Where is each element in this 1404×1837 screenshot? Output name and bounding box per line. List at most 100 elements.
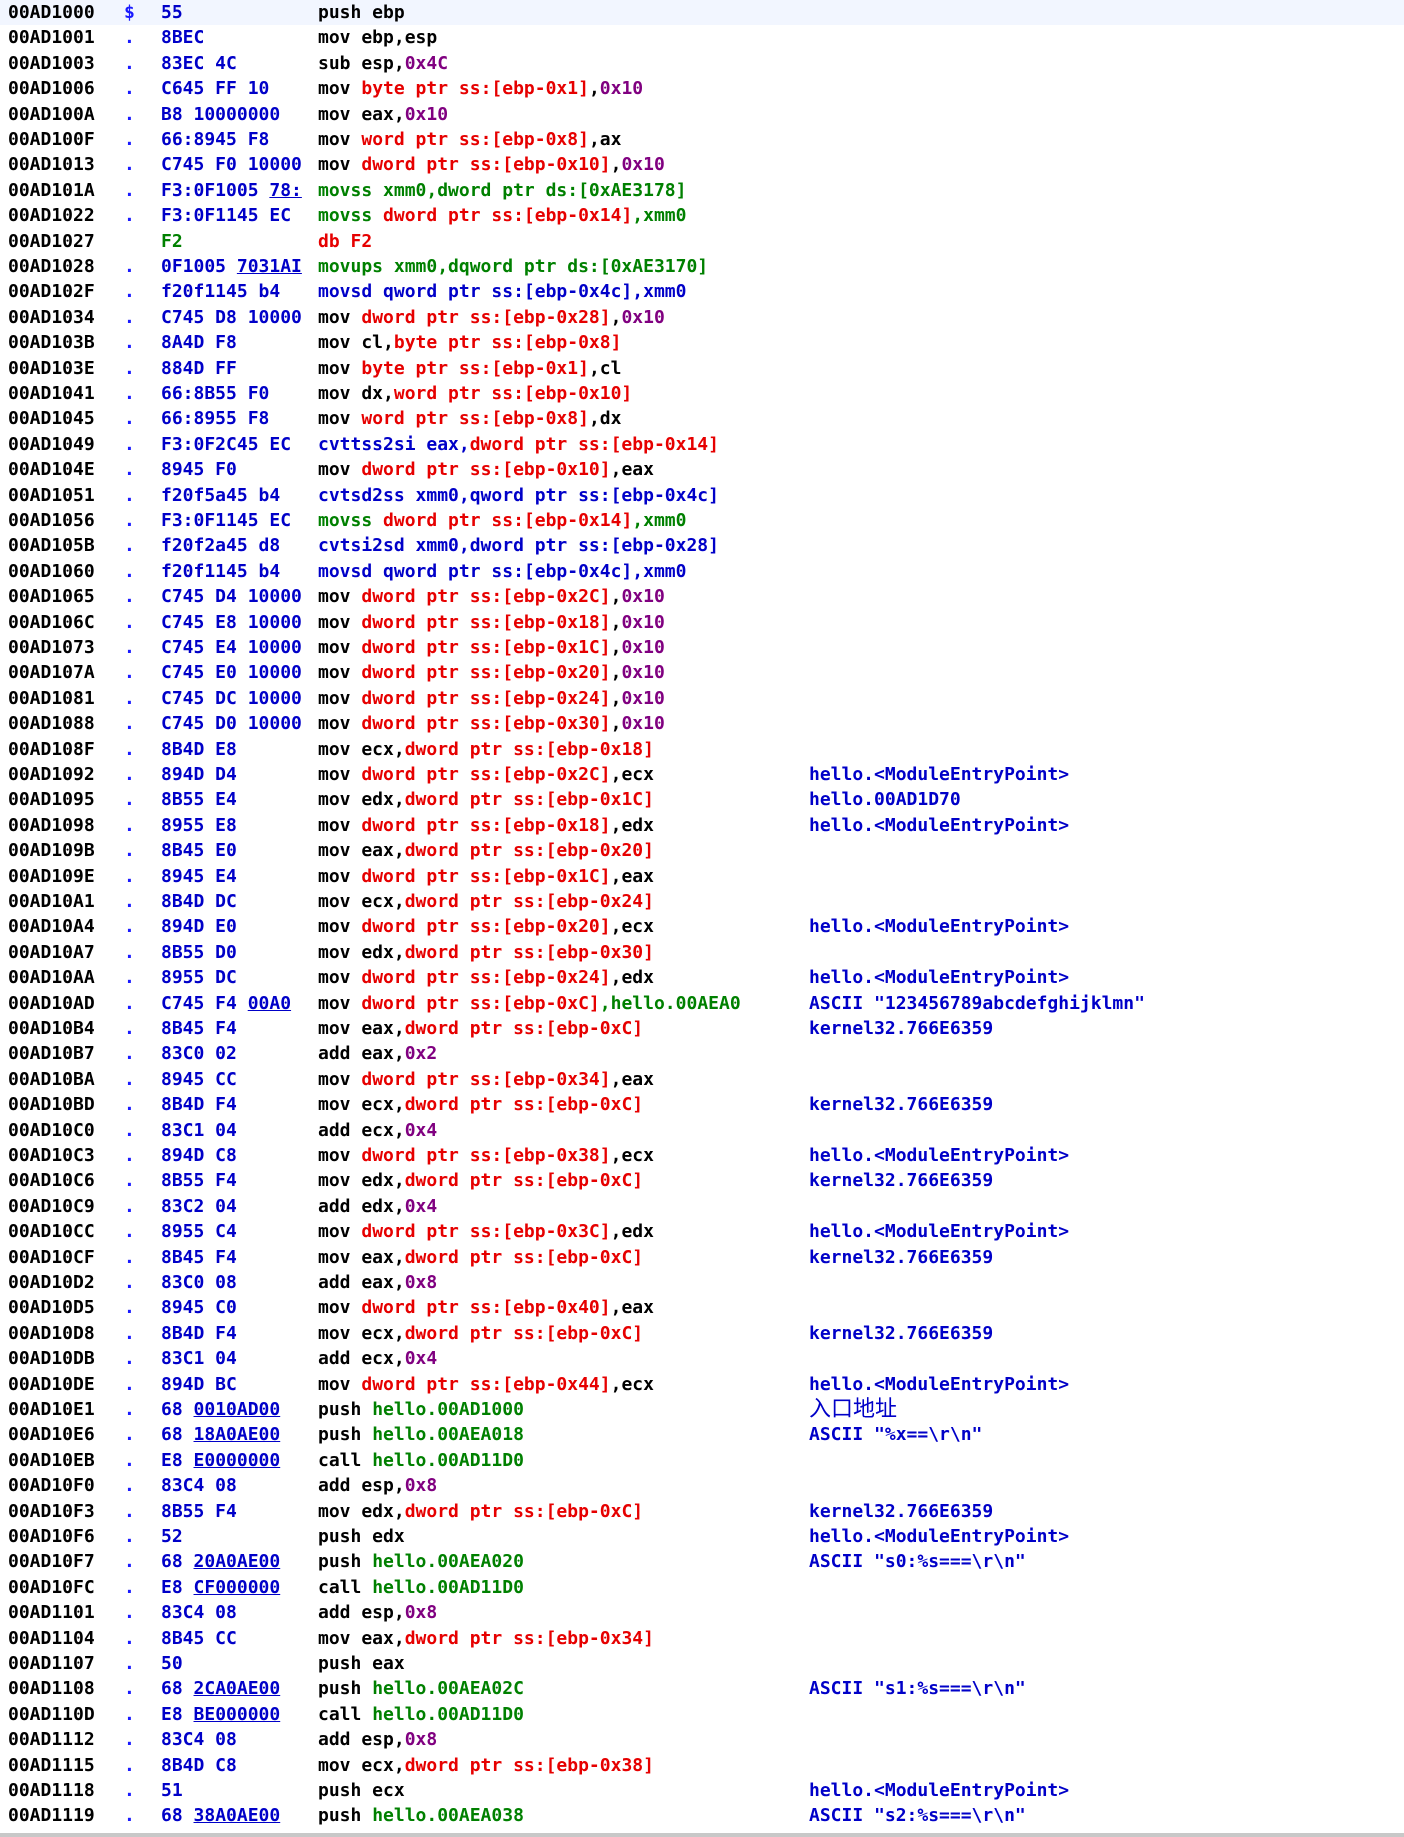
row-address: 00AD100F xyxy=(8,129,95,150)
disasm-row[interactable]: 00AD100A. B8 10000000 mov eax,0x10 xyxy=(0,102,1404,127)
disasm-row[interactable]: 00AD1095. 8B55 E4 mov edx,dword ptr ss:[eb… xyxy=(0,787,1404,812)
instruction-token: hello.00AD1000 xyxy=(372,1399,524,1420)
disasm-row[interactable]: 00AD1006. C645 FF 10 mov byte ptr ss:[ebp-… xyxy=(0,76,1404,101)
disasm-row[interactable]: 00AD10DE. 894D BC mov dword ptr ss:[ebp-0x… xyxy=(0,1372,1404,1397)
disasm-row[interactable]: 00AD1107. 50 push eax xyxy=(0,1651,1404,1676)
disasm-row[interactable]: 00AD1028. 0F1005 7031AI movups xmm0,dqword… xyxy=(0,254,1404,279)
disasm-row[interactable]: 00AD1041. 66:8B55 F0 mov dx,word ptr ss:[e… xyxy=(0,381,1404,406)
disasm-row[interactable]: 00AD1101. 83C4 08 add esp,0x8 xyxy=(0,1600,1404,1625)
disasm-row[interactable]: 00AD1034. C745 D8 10000 mov dword ptr ss:[… xyxy=(0,305,1404,330)
disasm-row[interactable]: 00AD10D5. 8945 C0 mov dword ptr ss:[ebp-0x… xyxy=(0,1295,1404,1320)
disasm-row[interactable]: 00AD10DB. 83C1 04 add ecx,0x4 xyxy=(0,1346,1404,1371)
disasm-row[interactable]: 00AD10C9. 83C2 04 add edx,0x4 xyxy=(0,1194,1404,1219)
disasm-row[interactable]: 00AD10F0. 83C4 08 add esp,0x8 xyxy=(0,1473,1404,1498)
disasm-row[interactable]: 00AD10FC. E8 CF000000 call hello.00AD11D0 xyxy=(0,1575,1404,1600)
disasm-row[interactable]: 00AD10C3. 894D C8 mov dword ptr ss:[ebp-0x… xyxy=(0,1143,1404,1168)
disasm-row[interactable]: 00AD1013. C745 F0 10000 mov dword ptr ss:[… xyxy=(0,152,1404,177)
row-instruction: movups xmm0,dqword ptr ds:[0xAE3170] xyxy=(318,254,806,279)
disasm-row[interactable]: 00AD10A7. 8B55 D0 mov edx,dword ptr ss:[eb… xyxy=(0,940,1404,965)
disasm-row[interactable]: 00AD1056. F3:0F1145 EC movss dword ptr ss:… xyxy=(0,508,1404,533)
disasm-row[interactable]: 00AD10BA. 8945 CC mov dword ptr ss:[ebp-0x… xyxy=(0,1067,1404,1092)
disasm-row[interactable]: 00AD10D8. 8B4D F4 mov ecx,dword ptr ss:[eb… xyxy=(0,1321,1404,1346)
disasm-row[interactable]: 00AD1049. F3:0F2C45 EC cvttss2si eax,dword… xyxy=(0,432,1404,457)
instruction-token: call xyxy=(318,1576,373,1598)
disasm-row[interactable]: 00AD10F7. 68 20A0AE00 push hello.00AEA020 A… xyxy=(0,1549,1404,1574)
disasm-row[interactable]: 00AD1001. 8BEC mov ebp,esp xyxy=(0,25,1404,50)
disasm-row[interactable]: 00AD1051. f20f5a45 b4 cvtsd2ss xmm0,qword … xyxy=(0,483,1404,508)
disasm-row[interactable]: 00AD1092. 894D D4 mov dword ptr ss:[ebp-0x… xyxy=(0,762,1404,787)
instruction-token: ,edx xyxy=(610,1221,654,1243)
disasm-row[interactable]: 00AD10C6. 8B55 F4 mov edx,dword ptr ss:[eb… xyxy=(0,1168,1404,1193)
row-hex-bytes: C745 F0 10000 xyxy=(161,152,311,177)
disasm-row[interactable]: 00AD109B. 8B45 E0 mov eax,dword ptr ss:[eb… xyxy=(0,838,1404,863)
disasm-row[interactable]: 00AD1119. 68 38A0AE00 push hello.00AEA038 A… xyxy=(0,1803,1404,1828)
disasm-row[interactable]: 00AD10B7. 83C0 02 add eax,0x2 xyxy=(0,1041,1404,1066)
disasm-row[interactable]: 00AD1000 $55 push ebp xyxy=(0,0,1404,26)
hex-segment: 66:8B55 F0 xyxy=(161,383,270,404)
disasm-row[interactable]: 00AD10B4. 8B45 F4 mov eax,dword ptr ss:[eb… xyxy=(0,1016,1404,1041)
disasm-row[interactable]: 00AD106C. C745 E8 10000 mov dword ptr ss:[… xyxy=(0,610,1404,635)
disasm-row[interactable]: 00AD1045. 66:8955 F8 mov word ptr ss:[ebp-… xyxy=(0,406,1404,431)
disasm-row[interactable]: 00AD1118. 51 push ecx hello.<ModuleEntryPoi… xyxy=(0,1778,1404,1803)
disasm-row[interactable]: 00AD10C0. 83C1 04 add ecx,0x4 xyxy=(0,1118,1404,1143)
disasm-row[interactable]: 00AD10E6. 68 18A0AE00 push hello.00AEA018 A… xyxy=(0,1422,1404,1447)
disasm-row[interactable]: 00AD1108. 68 2CA0AE00 push hello.00AEA02C A… xyxy=(0,1676,1404,1701)
disasm-row[interactable]: 00AD104E. 8945 F0 mov dword ptr ss:[ebp-0x… xyxy=(0,457,1404,482)
disasm-row[interactable]: 00AD10D2. 83C0 08 add eax,0x8 xyxy=(0,1270,1404,1295)
row-comment: kernel32.766E6359 xyxy=(809,1018,994,1039)
row-address: 00AD106C xyxy=(8,611,95,633)
disasm-row[interactable]: 00AD1003. 83EC 4C sub esp,0x4C xyxy=(0,51,1404,76)
disassembly-pane[interactable]: 00AD1000 $55 push ebp 00AD1001. 8BEC mov ebp,… xyxy=(0,0,1404,1837)
row-address: 00AD105B xyxy=(8,535,95,557)
row-comment: kernel32.766E6359 xyxy=(809,1322,994,1344)
instruction-token: push xyxy=(318,1424,373,1446)
disasm-row[interactable]: 00AD109E. 8945 E4 mov dword ptr ss:[ebp-0x… xyxy=(0,864,1404,889)
hex-segment: C745 E8 10000 xyxy=(161,611,302,633)
disasm-row[interactable]: 00AD1060. f20f1145 b4 movsd qword ptr ss:[… xyxy=(0,559,1404,584)
disasm-row[interactable]: 00AD10BD. 8B4D F4 mov ecx,dword ptr ss:[eb… xyxy=(0,1092,1404,1117)
disasm-row[interactable]: 00AD105B. f20f2a45 d8 cvtsi2sd xmm0,dword … xyxy=(0,533,1404,558)
row-instruction: mov dword ptr ss:[ebp-0x24],edx xyxy=(318,965,806,990)
disasm-row[interactable]: 00AD107A. C745 E0 10000 mov dword ptr ss:[… xyxy=(0,660,1404,685)
row-marker: . xyxy=(124,1678,135,1700)
disasm-row[interactable]: 00AD10AA. 8955 DC mov dword ptr ss:[ebp-0x… xyxy=(0,965,1404,990)
disasm-row[interactable]: 00AD1065. C745 D4 10000 mov dword ptr ss:[… xyxy=(0,584,1404,609)
row-hex-bytes: 8B45 F4 xyxy=(161,1245,311,1270)
horizontal-scrollbar[interactable] xyxy=(0,1833,1404,1837)
disasm-row[interactable]: 00AD10AD. C745 F4 00A0 mov dword ptr ss:[e… xyxy=(0,991,1404,1016)
disasm-row[interactable]: 00AD1027 F2 db F2 xyxy=(0,229,1404,254)
disasm-row[interactable]: 00AD101A. F3:0F1005 78: movss xmm0,dword p… xyxy=(0,178,1404,203)
instruction-token: dword ptr ss:[ebp-0xC] xyxy=(404,1094,644,1116)
disasm-row[interactable]: 00AD10A4. 894D E0 mov dword ptr ss:[ebp-0x… xyxy=(0,914,1404,939)
disasm-row[interactable]: 00AD103E. 884D FF mov byte ptr ss:[ebp-0x1… xyxy=(0,356,1404,381)
disasm-row[interactable]: 00AD1098. 8955 E8 mov dword ptr ss:[ebp-0x… xyxy=(0,813,1404,838)
disasm-row[interactable]: 00AD10CF. 8B45 F4 mov eax,dword ptr ss:[eb… xyxy=(0,1245,1404,1270)
disasm-row[interactable]: 00AD100F. 66:8945 F8 mov word ptr ss:[ebp-… xyxy=(0,127,1404,152)
instruction-token: hello.00AEA020 xyxy=(372,1551,524,1573)
disasm-row[interactable]: 00AD1081. C745 DC 10000 mov dword ptr ss:[… xyxy=(0,686,1404,711)
disasm-row[interactable]: 00AD1112. 83C4 08 add esp,0x8 xyxy=(0,1727,1404,1752)
instruction-token: dword ptr ss:[ebp-0x1C] xyxy=(361,865,611,887)
disasm-row[interactable]: 00AD10A1. 8B4D DC mov ecx,dword ptr ss:[eb… xyxy=(0,889,1404,914)
hex-segment: 8B55 F4 xyxy=(161,1500,237,1522)
row-marker: . xyxy=(124,967,135,989)
hex-segment: 8945 F0 xyxy=(161,459,237,481)
row-comment: hello.<ModuleEntryPoint> xyxy=(809,916,1070,938)
disasm-row[interactable]: 00AD10CC. 8955 C4 mov dword ptr ss:[ebp-0x… xyxy=(0,1219,1404,1244)
instruction-token: 0x8 xyxy=(404,1475,438,1497)
disasm-row[interactable]: 00AD10F3. 8B55 F4 mov edx,dword ptr ss:[eb… xyxy=(0,1499,1404,1524)
disasm-row[interactable]: 00AD1104. 8B45 CC mov eax,dword ptr ss:[eb… xyxy=(0,1626,1404,1651)
disasm-row[interactable]: 00AD10E1. 68 0010AD00 push hello.00AD1000 入… xyxy=(0,1397,1404,1422)
disasm-row[interactable]: 00AD10EB. E8 E0000000 call hello.00AD11D0 xyxy=(0,1448,1404,1473)
row-address: 00AD1013 xyxy=(8,154,95,176)
disasm-row[interactable]: 00AD103B. 8A4D F8 mov cl,byte ptr ss:[ebp-… xyxy=(0,330,1404,355)
disasm-row[interactable]: 00AD102F. f20f1145 b4 movsd qword ptr ss:[… xyxy=(0,279,1404,304)
disasm-row[interactable]: 00AD110D. E8 BE000000 call hello.00AD11D0 xyxy=(0,1702,1404,1727)
disasm-row[interactable]: 00AD1115. 8B4D C8 mov ecx,dword ptr ss:[eb… xyxy=(0,1753,1404,1778)
disasm-row[interactable]: 00AD108F. 8B4D E8 mov ecx,dword ptr ss:[eb… xyxy=(0,737,1404,762)
disasm-row[interactable]: 00AD1088. C745 D0 10000 mov dword ptr ss:[… xyxy=(0,711,1404,736)
hex-segment: 8955 C4 xyxy=(161,1221,237,1243)
disasm-row[interactable]: 00AD1022. F3:0F1145 EC movss dword ptr ss:… xyxy=(0,203,1404,228)
disasm-row[interactable]: 00AD10F6. 52 push edx hello.<ModuleEntryPoi… xyxy=(0,1524,1404,1549)
disasm-row[interactable]: 00AD1073. C745 E4 10000 mov dword ptr ss:[… xyxy=(0,635,1404,660)
